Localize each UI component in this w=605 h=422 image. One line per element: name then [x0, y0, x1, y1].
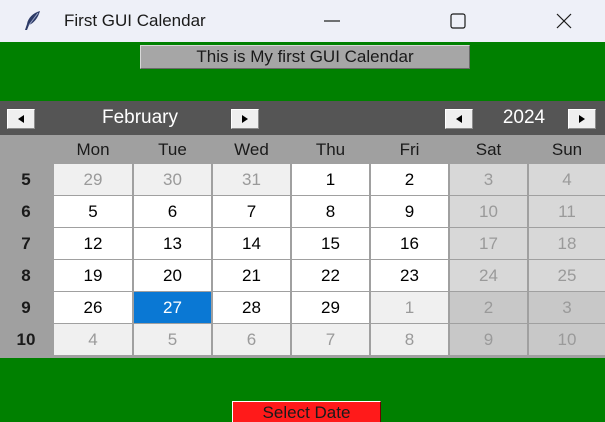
feather-icon — [20, 10, 44, 32]
day-cell[interactable]: 11 — [529, 196, 605, 227]
day-cell[interactable]: 3 — [450, 164, 527, 195]
triangle-right-icon — [579, 115, 585, 123]
week-number: 6 — [21, 202, 31, 221]
day-cell[interactable]: 18 — [529, 228, 605, 259]
day-cell[interactable]: 5 — [134, 324, 211, 355]
day-cell[interactable]: 2 — [371, 164, 448, 195]
header-label: This is My first GUI Calendar — [140, 45, 470, 69]
calendar-nav-bar: February 2024 — [0, 101, 605, 135]
day-cell[interactable]: 5 — [54, 196, 132, 227]
calendar-grid: Mon Tue Wed Thu Fri Sat Sun 5 29 30 31 1 2 3 4 6 5 6 7 8 9 10… — [0, 135, 605, 358]
close-button[interactable] — [536, 0, 592, 42]
calendar-widget: February 2024 Mon Tue Wed Thu Fri Sat Sun 5 — [0, 101, 605, 358]
day-cell[interactable]: 19 — [54, 260, 132, 291]
day-cell[interactable]: 8 — [292, 196, 369, 227]
prev-year-button[interactable] — [445, 109, 473, 129]
week-number: 9 — [21, 298, 31, 317]
day-cell[interactable]: 10 — [450, 196, 527, 227]
day-cell[interactable]: 3 — [529, 292, 605, 323]
app-window: First GUI Calendar This is My first GUI … — [0, 0, 605, 422]
day-cell[interactable]: 17 — [450, 228, 527, 259]
close-icon — [556, 13, 572, 29]
day-cell[interactable]: 20 — [134, 260, 211, 291]
day-of-week-header: Wed — [213, 135, 290, 164]
week-number: 10 — [16, 330, 36, 349]
maximize-icon — [450, 13, 466, 29]
next-month-button[interactable] — [231, 109, 259, 129]
day-of-week-header: Fri — [371, 135, 448, 164]
day-cell[interactable]: 26 — [54, 292, 132, 323]
day-cell[interactable]: 6 — [213, 324, 290, 355]
day-cell[interactable]: 23 — [371, 260, 448, 291]
next-year-button[interactable] — [568, 109, 596, 129]
day-cell[interactable]: 1 — [292, 164, 369, 195]
day-cell[interactable]: 29 — [292, 292, 369, 323]
day-of-week-header: Sat — [450, 135, 527, 164]
day-cell[interactable]: 30 — [134, 164, 211, 195]
day-of-week-header: Sun — [529, 135, 605, 164]
year-label: 2024 — [502, 107, 546, 128]
day-cell[interactable]: 1 — [371, 292, 448, 323]
minimize-button[interactable] — [304, 0, 360, 42]
day-cell[interactable]: 4 — [54, 324, 132, 355]
maximize-button[interactable] — [430, 0, 486, 42]
select-date-button[interactable]: Select Date — [232, 401, 381, 422]
triangle-right-icon — [242, 115, 248, 123]
week-number: 7 — [21, 234, 31, 253]
day-cell[interactable]: 6 — [134, 196, 211, 227]
window-title: First GUI Calendar — [64, 11, 206, 30]
title-bar[interactable]: First GUI Calendar — [0, 0, 605, 42]
prev-month-button[interactable] — [7, 109, 35, 129]
day-cell[interactable]: 21 — [213, 260, 290, 291]
day-cell[interactable]: 16 — [371, 228, 448, 259]
day-cell[interactable]: 8 — [371, 324, 448, 355]
day-cell[interactable]: 9 — [450, 324, 527, 355]
day-cell[interactable]: 22 — [292, 260, 369, 291]
day-cell-selected[interactable]: 27 — [134, 292, 211, 323]
day-cell[interactable]: 13 — [134, 228, 211, 259]
month-label: February — [101, 107, 179, 128]
day-cell[interactable]: 25 — [529, 260, 605, 291]
day-cell[interactable]: 2 — [450, 292, 527, 323]
day-cell[interactable]: 7 — [213, 196, 290, 227]
week-number: 5 — [21, 170, 31, 189]
day-cell[interactable]: 24 — [450, 260, 527, 291]
grid-corner — [0, 135, 54, 164]
day-of-week-header: Mon — [54, 135, 132, 164]
day-cell[interactable]: 15 — [292, 228, 369, 259]
triangle-left-icon — [18, 115, 24, 123]
day-of-week-header: Tue — [134, 135, 211, 164]
day-cell[interactable]: 28 — [213, 292, 290, 323]
day-cell[interactable]: 14 — [213, 228, 290, 259]
day-cell[interactable]: 9 — [371, 196, 448, 227]
day-cell[interactable]: 7 — [292, 324, 369, 355]
day-cell[interactable]: 29 — [54, 164, 132, 195]
day-cell[interactable]: 12 — [54, 228, 132, 259]
day-cell[interactable]: 4 — [529, 164, 605, 195]
day-cell[interactable]: 10 — [529, 324, 605, 355]
day-of-week-header: Thu — [292, 135, 369, 164]
minimize-icon — [324, 20, 340, 22]
week-number: 8 — [21, 266, 31, 285]
triangle-left-icon — [456, 115, 462, 123]
day-cell[interactable]: 31 — [213, 164, 290, 195]
